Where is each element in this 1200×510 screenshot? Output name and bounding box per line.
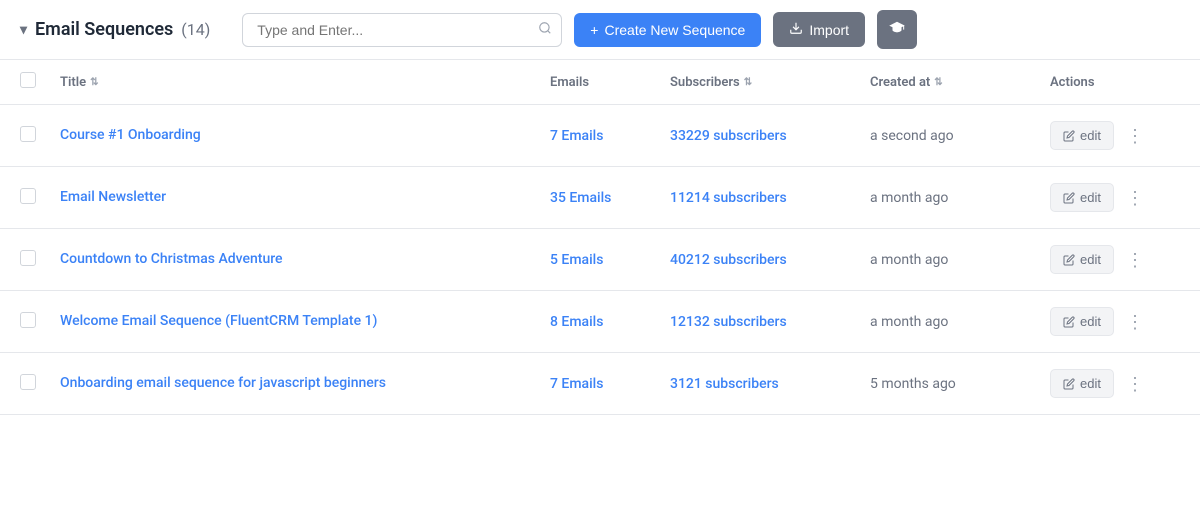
- row-checkbox-1[interactable]: [20, 188, 36, 204]
- sequence-count: (14): [181, 20, 210, 39]
- row-actions-2: edit ⋮: [1050, 245, 1180, 274]
- create-sequence-button[interactable]: + Create New Sequence: [574, 13, 761, 47]
- row-checkbox-cell-2: [20, 250, 60, 270]
- import-icon: [789, 21, 803, 38]
- row-emails-1: 35 Emails: [550, 190, 670, 206]
- page-header: ▾ Email Sequences (14) + Create New Sequ…: [0, 0, 1200, 60]
- edit-button-4[interactable]: edit: [1050, 369, 1114, 398]
- row-emails-0: 7 Emails: [550, 128, 670, 144]
- actions-column-header: Actions: [1050, 72, 1180, 92]
- page-title-group: ▾ Email Sequences (14): [20, 19, 210, 40]
- header-checkbox-cell: [20, 72, 60, 92]
- search-box: [242, 13, 562, 47]
- row-created-1: a month ago: [870, 190, 1050, 206]
- row-title-1[interactable]: Email Newsletter: [60, 188, 550, 208]
- create-sequence-label: Create New Sequence: [604, 22, 745, 38]
- row-subscribers-4: 3121 subscribers: [670, 376, 870, 392]
- row-checkbox-cell-3: [20, 312, 60, 332]
- row-created-0: a second ago: [870, 128, 1050, 144]
- graduation-icon: [889, 22, 905, 39]
- row-checkbox-cell-0: [20, 126, 60, 146]
- more-button-4[interactable]: ⋮: [1120, 371, 1150, 397]
- table-row: Onboarding email sequence for javascript…: [0, 353, 1200, 415]
- row-emails-4: 7 Emails: [550, 376, 670, 392]
- more-button-0[interactable]: ⋮: [1120, 123, 1150, 149]
- row-checkbox-2[interactable]: [20, 250, 36, 266]
- row-emails-2: 5 Emails: [550, 252, 670, 268]
- row-title-0[interactable]: Course #1 Onboarding: [60, 126, 550, 146]
- row-checkbox-3[interactable]: [20, 312, 36, 328]
- more-button-1[interactable]: ⋮: [1120, 185, 1150, 211]
- flag-button[interactable]: [877, 10, 917, 49]
- emails-column-header: Emails: [550, 72, 670, 92]
- search-input[interactable]: [242, 13, 562, 47]
- table-row: Course #1 Onboarding 7 Emails 33229 subs…: [0, 105, 1200, 167]
- row-checkbox-cell-4: [20, 374, 60, 394]
- edit-button-3[interactable]: edit: [1050, 307, 1114, 336]
- table-header-row: Title ⇅ Emails Subscribers ⇅ Created at …: [0, 60, 1200, 105]
- edit-button-2[interactable]: edit: [1050, 245, 1114, 274]
- row-title-3[interactable]: Welcome Email Sequence (FluentCRM Templa…: [60, 312, 550, 332]
- row-title-2[interactable]: Countdown to Christmas Adventure: [60, 250, 550, 270]
- row-actions-4: edit ⋮: [1050, 369, 1180, 398]
- page-title: Email Sequences: [35, 19, 173, 40]
- plus-icon: +: [590, 22, 598, 38]
- table-row: Welcome Email Sequence (FluentCRM Templa…: [0, 291, 1200, 353]
- edit-button-0[interactable]: edit: [1050, 121, 1114, 150]
- table-row: Email Newsletter 35 Emails 11214 subscri…: [0, 167, 1200, 229]
- row-subscribers-0: 33229 subscribers: [670, 128, 870, 144]
- subscribers-column-header[interactable]: Subscribers ⇅: [670, 72, 870, 92]
- row-checkbox-4[interactable]: [20, 374, 36, 390]
- row-subscribers-3: 12132 subscribers: [670, 314, 870, 330]
- sequences-table: Title ⇅ Emails Subscribers ⇅ Created at …: [0, 60, 1200, 415]
- subscribers-sort-icon: ⇅: [744, 77, 752, 88]
- title-column-header[interactable]: Title ⇅: [60, 72, 550, 92]
- more-button-3[interactable]: ⋮: [1120, 309, 1150, 335]
- row-subscribers-2: 40212 subscribers: [670, 252, 870, 268]
- row-created-3: a month ago: [870, 314, 1050, 330]
- import-label: Import: [809, 22, 849, 38]
- select-all-checkbox[interactable]: [20, 72, 36, 88]
- row-title-4[interactable]: Onboarding email sequence for javascript…: [60, 374, 550, 394]
- row-created-4: 5 months ago: [870, 376, 1050, 392]
- table-row: Countdown to Christmas Adventure 5 Email…: [0, 229, 1200, 291]
- row-emails-3: 8 Emails: [550, 314, 670, 330]
- edit-button-1[interactable]: edit: [1050, 183, 1114, 212]
- row-checkbox-cell-1: [20, 188, 60, 208]
- import-button[interactable]: Import: [773, 12, 865, 47]
- row-actions-3: edit ⋮: [1050, 307, 1180, 336]
- created-at-column-header[interactable]: Created at ⇅: [870, 72, 1050, 92]
- more-button-2[interactable]: ⋮: [1120, 247, 1150, 273]
- row-subscribers-1: 11214 subscribers: [670, 190, 870, 206]
- row-actions-1: edit ⋮: [1050, 183, 1180, 212]
- title-sort-icon: ⇅: [90, 77, 98, 88]
- collapse-icon[interactable]: ▾: [20, 22, 27, 38]
- row-created-2: a month ago: [870, 252, 1050, 268]
- row-checkbox-0[interactable]: [20, 126, 36, 142]
- created-sort-icon: ⇅: [934, 77, 942, 88]
- row-actions-0: edit ⋮: [1050, 121, 1180, 150]
- search-icon: [538, 21, 552, 39]
